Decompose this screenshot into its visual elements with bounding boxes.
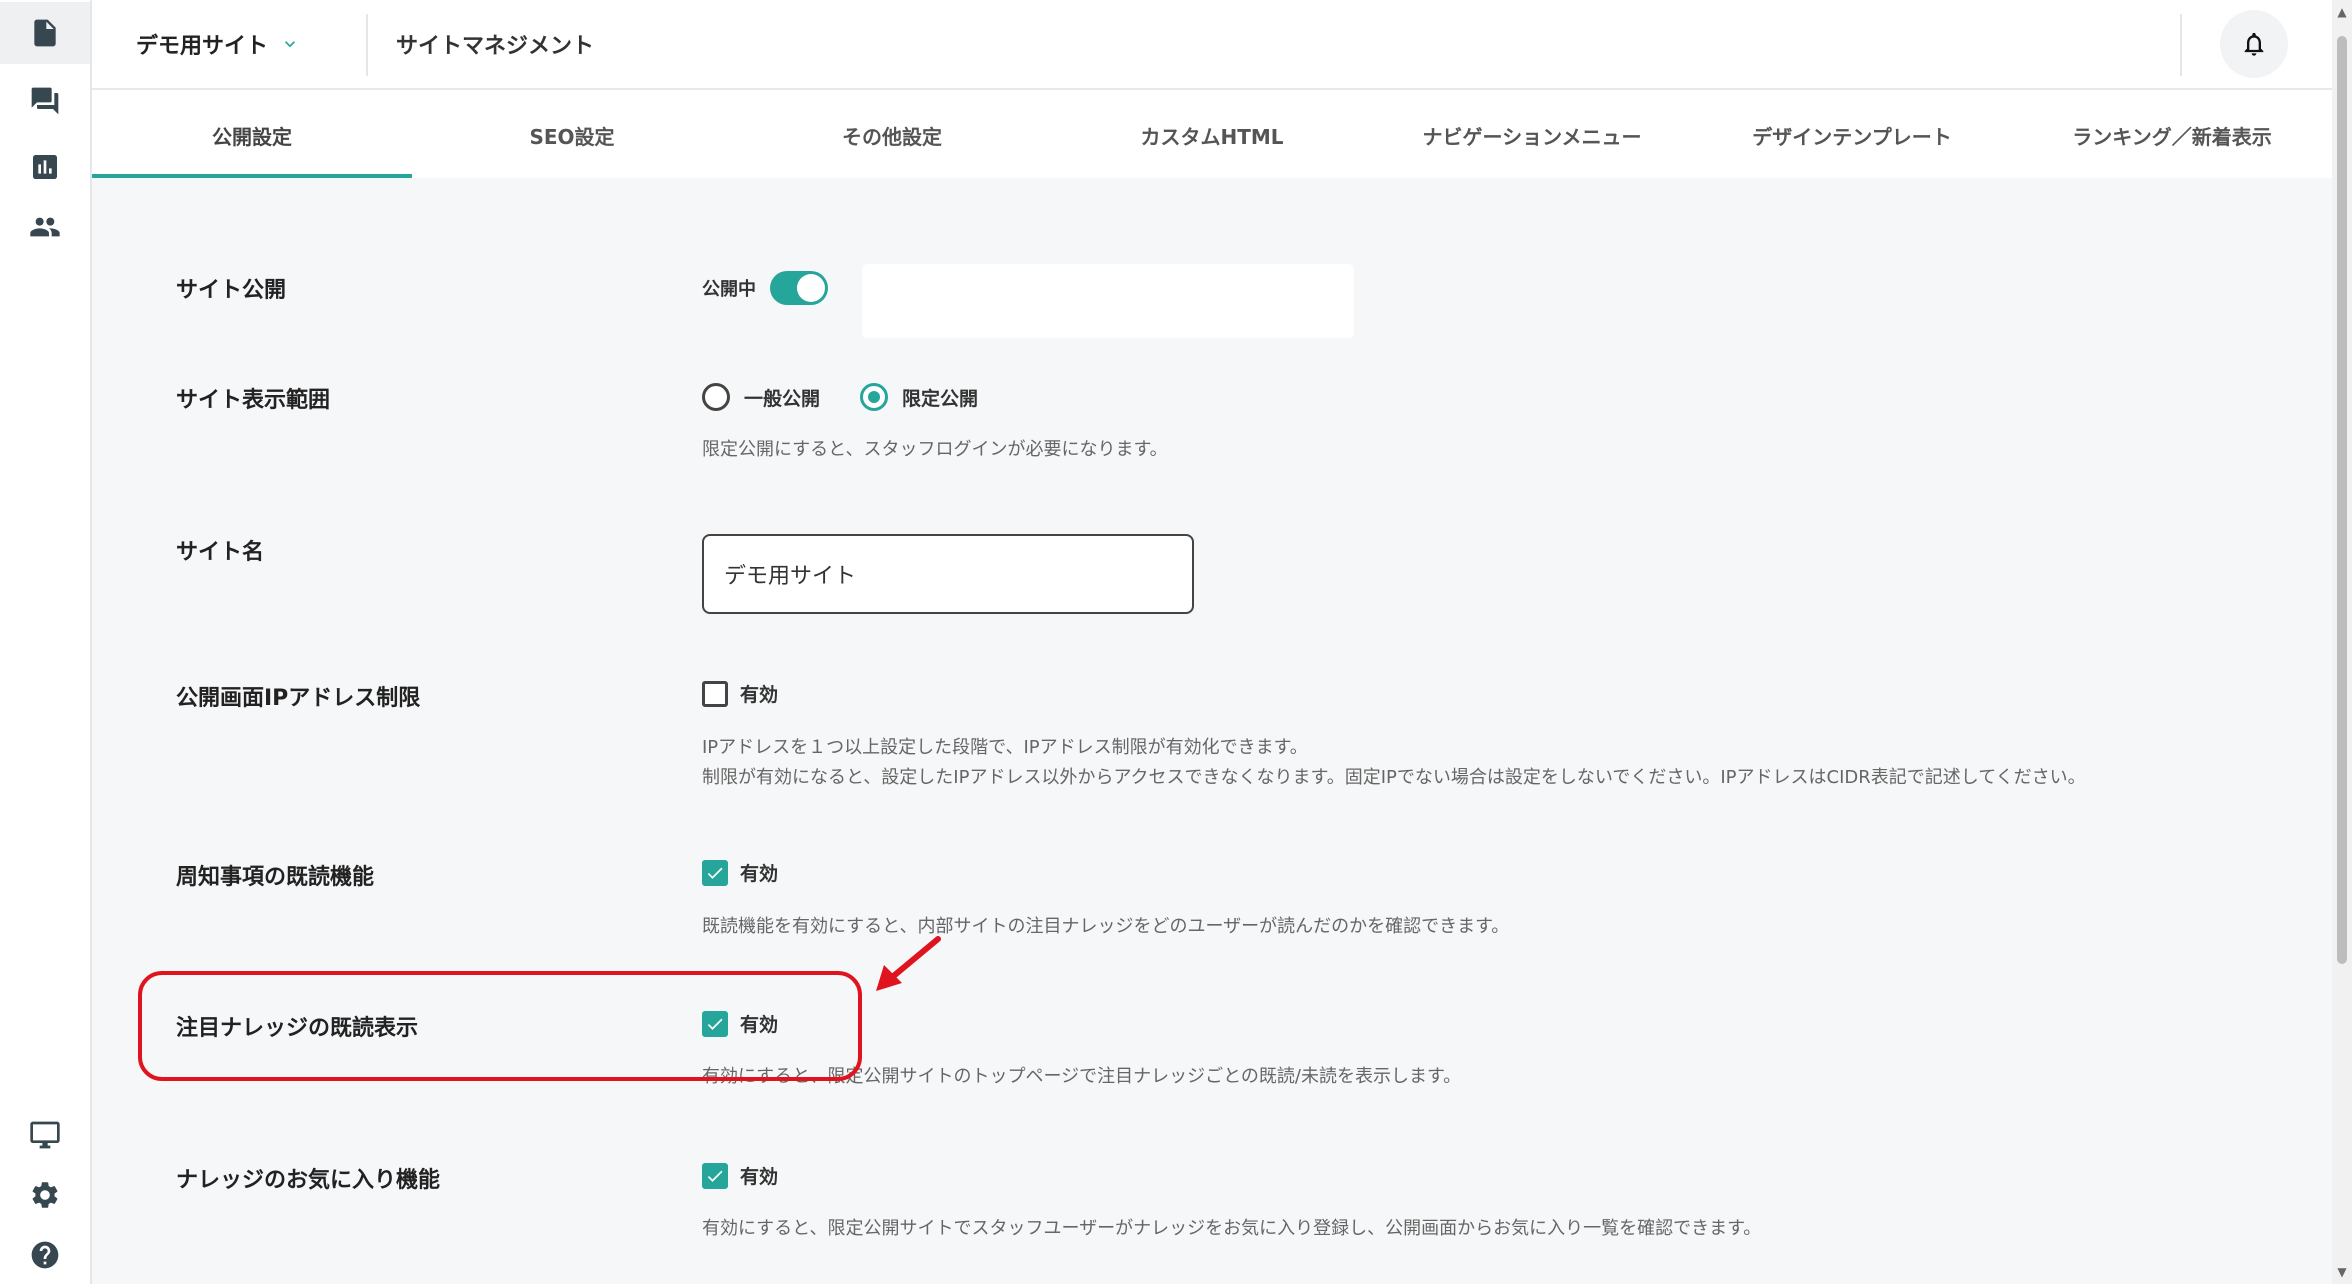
people-icon — [30, 217, 60, 237]
favorites-label: ナレッジのお気に入り機能 — [176, 1168, 441, 1193]
notice-read-description: 既読機能を有効にすると、内部サイトの注目ナレッジをどのユーザーが読んだのかを確認… — [702, 916, 1510, 937]
tab-navigation-menu[interactable]: ナビゲーションメニュー — [1372, 92, 1692, 178]
notice-read-control: 有効 — [702, 859, 778, 886]
tab-design-template[interactable]: デザインテンプレート — [1692, 92, 2012, 178]
featured-read-label: 注目ナレッジの既読表示 — [176, 1016, 419, 1041]
rail-item-messages[interactable] — [0, 70, 90, 132]
visibility-description: 限定公開にすると、スタッフログインが必要になります。 — [702, 439, 1168, 460]
rail-item-pages[interactable] — [0, 2, 90, 64]
checkbox-label: 有効 — [740, 1166, 779, 1188]
radio-limited-label: 限定公開 — [902, 387, 979, 410]
ip-restriction-description-1: IPアドレスを１つ以上設定した段階で、IPアドレス制限が有効化できます。 — [702, 737, 1308, 758]
notice-read-checkbox[interactable]: 有効 — [702, 859, 778, 886]
favorites-description: 有効にすると、限定公開サイトでスタッフユーザーがナレッジをお気に入り登録し、公開… — [702, 1218, 1762, 1239]
tab-ranking-new[interactable]: ランキング／新着表示 — [2012, 92, 2332, 178]
check-icon — [707, 867, 723, 879]
header-divider — [2180, 14, 2182, 76]
site-name: デモ用サイト — [136, 34, 269, 59]
chat-icon — [31, 87, 59, 115]
settings-panel: サイト公開 公開中 サイト表示範囲 一般公開 限定公開 限定公開にすると、スタッ… — [92, 178, 2332, 1284]
site-name-control — [702, 534, 1194, 614]
scroll-down-icon[interactable]: ▼ — [2336, 1266, 2348, 1278]
site-public-toggle[interactable] — [770, 271, 828, 305]
favorites-checkbox[interactable]: 有効 — [702, 1162, 778, 1189]
visibility-control: 一般公開 限定公開 — [702, 383, 978, 411]
settings-tabs: 公開設定 SEO設定 その他設定 カスタムHTML ナビゲーションメニュー デザ… — [92, 92, 2332, 178]
featured-read-control: 有効 — [702, 1010, 778, 1037]
checkbox-label: 有効 — [740, 684, 779, 706]
ip-restriction-label: 公開画面IPアドレス制限 — [176, 686, 421, 711]
side-rail — [0, 0, 92, 1284]
rail-item-help[interactable] — [0, 1224, 90, 1284]
vertical-scrollbar[interactable]: ▲ ▼ — [2332, 0, 2352, 1284]
check-icon — [707, 1018, 723, 1030]
radio-public-label: 一般公開 — [744, 387, 821, 410]
page-title: サイトマネジメント — [396, 34, 595, 59]
site-name-label: サイト名 — [176, 540, 265, 565]
ip-restriction-checkbox[interactable]: 有効 — [702, 680, 778, 707]
blank-panel — [862, 264, 1354, 338]
red-arrow-icon — [876, 936, 941, 991]
scroll-up-icon[interactable]: ▲ — [2336, 6, 2348, 18]
bell-icon — [2244, 32, 2264, 56]
checkbox-label: 有効 — [740, 1014, 779, 1036]
checkbox[interactable] — [702, 1010, 728, 1037]
rail-item-analytics[interactable] — [0, 136, 90, 198]
visibility-label: サイト表示範囲 — [176, 388, 331, 413]
radio-button[interactable] — [702, 383, 730, 411]
radio-limited[interactable]: 限定公開 — [860, 383, 978, 411]
featured-read-checkbox[interactable]: 有効 — [702, 1010, 778, 1037]
site-name-input[interactable] — [702, 534, 1194, 614]
site-public-control: 公開中 — [702, 271, 828, 305]
site-public-status: 公開中 — [702, 279, 756, 300]
rail-item-users[interactable] — [0, 196, 90, 258]
help-icon — [31, 1241, 59, 1269]
radio-button[interactable] — [860, 383, 889, 411]
tab-custom-html[interactable]: カスタムHTML — [1052, 92, 1372, 178]
chevron-down-icon — [285, 41, 296, 48]
notice-read-label: 周知事項の既読機能 — [176, 865, 375, 890]
notifications-button[interactable] — [2220, 10, 2288, 78]
bar-chart-icon — [33, 155, 57, 179]
tab-seo-settings[interactable]: SEO設定 — [412, 92, 732, 178]
ip-restriction-control: 有効 — [702, 680, 778, 707]
document-icon — [34, 19, 56, 47]
favorites-control: 有効 — [702, 1162, 778, 1189]
checkbox[interactable] — [702, 1162, 728, 1189]
tab-publish-settings[interactable]: 公開設定 — [92, 92, 412, 178]
site-public-label: サイト公開 — [176, 278, 287, 303]
radio-public[interactable]: 一般公開 — [702, 383, 820, 411]
ip-restriction-description-2: 制限が有効になると、設定したIPアドレス以外からアクセスできなくなります。固定I… — [702, 767, 2086, 788]
tab-other-settings[interactable]: その他設定 — [732, 92, 1052, 178]
check-icon — [707, 1170, 723, 1182]
rail-item-settings[interactable] — [0, 1164, 90, 1226]
header-divider — [366, 14, 368, 76]
checkbox[interactable] — [702, 680, 728, 707]
top-header: デモ用サイト サイトマネジメント — [92, 0, 2332, 90]
featured-read-description: 有効にすると、限定公開サイトのトップページで注目ナレッジごとの既読/未読を表示し… — [702, 1066, 1462, 1087]
checkbox[interactable] — [702, 859, 728, 886]
scroll-thumb[interactable] — [2337, 36, 2347, 964]
gear-icon — [32, 1182, 58, 1208]
checkbox-label: 有効 — [740, 863, 779, 885]
site-selector[interactable]: デモ用サイト — [136, 28, 300, 60]
monitor-icon — [30, 1121, 60, 1149]
rail-item-preview[interactable] — [0, 1104, 90, 1166]
